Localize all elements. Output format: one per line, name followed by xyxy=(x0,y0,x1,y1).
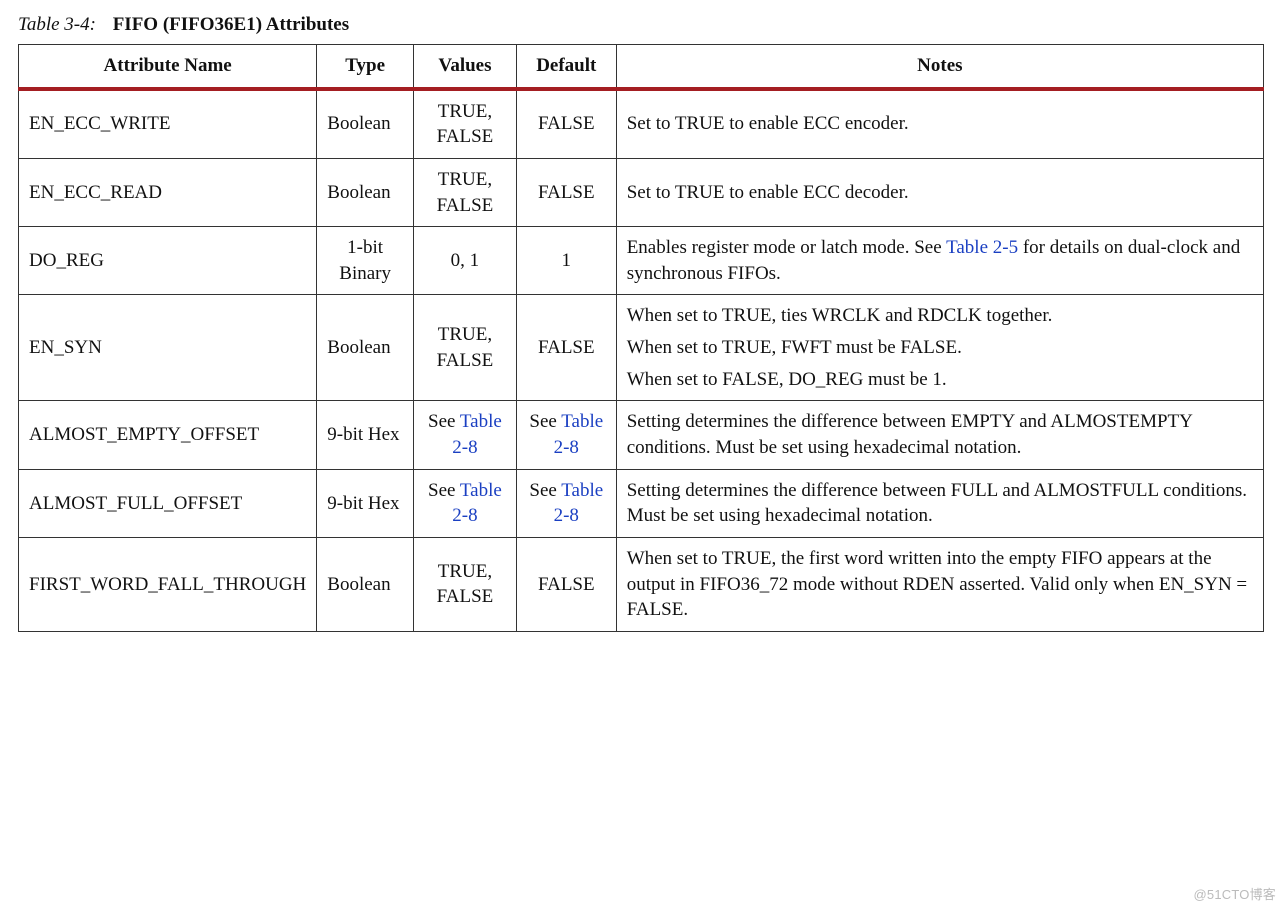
cell-values: 0, 1 xyxy=(413,227,516,295)
table-row: ALMOST_FULL_OFFSET 9-bit Hex See Table 2… xyxy=(19,469,1264,537)
watermark-text: @51CTO博客 xyxy=(1194,884,1276,903)
cell-attr: FIRST_WORD_FALL_THROUGH xyxy=(19,537,317,631)
cell-notes: Set to TRUE to enable ECC encoder. xyxy=(616,89,1263,159)
cell-type: 1-bit Binary xyxy=(317,227,414,295)
cell-default: FALSE xyxy=(516,158,616,226)
cell-notes: When set to TRUE, ties WRCLK and RDCLK t… xyxy=(616,295,1263,401)
cell-notes: Enables register mode or latch mode. See… xyxy=(616,227,1263,295)
cell-values: TRUE, FALSE xyxy=(413,89,516,159)
cell-default: FALSE xyxy=(516,537,616,631)
link-table-2-8[interactable]: Table 2-8 xyxy=(452,411,502,458)
link-table-2-5[interactable]: Table 2-5 xyxy=(946,237,1018,258)
cell-text: See xyxy=(428,411,460,432)
col-attribute-name: Attribute Name xyxy=(19,45,317,89)
table-row: ALMOST_EMPTY_OFFSET 9-bit Hex See Table … xyxy=(19,401,1264,469)
cell-attr: EN_ECC_WRITE xyxy=(19,89,317,159)
cell-attr: DO_REG xyxy=(19,227,317,295)
table-row: FIRST_WORD_FALL_THROUGH Boolean TRUE, FA… xyxy=(19,537,1264,631)
caption-title: FIFO (FIFO36E1) Attributes xyxy=(113,14,349,35)
cell-notes: Setting determines the difference betwee… xyxy=(616,469,1263,537)
cell-attr: EN_SYN xyxy=(19,295,317,401)
cell-type: Boolean xyxy=(317,537,414,631)
table-caption: Table 3-4: FIFO (FIFO36E1) Attributes xyxy=(18,14,1264,36)
cell-default: See Table 2-8 xyxy=(516,401,616,469)
cell-type: Boolean xyxy=(317,158,414,226)
link-table-2-8[interactable]: Table 2-8 xyxy=(554,411,604,458)
cell-text: See xyxy=(428,480,460,501)
col-notes: Notes xyxy=(616,45,1263,89)
cell-values: TRUE, FALSE xyxy=(413,158,516,226)
attributes-table: Attribute Name Type Values Default Notes… xyxy=(18,44,1264,632)
cell-attr: ALMOST_EMPTY_OFFSET xyxy=(19,401,317,469)
cell-values: TRUE, FALSE xyxy=(413,295,516,401)
cell-text: See xyxy=(529,480,561,501)
caption-lead: Table 3-4: xyxy=(18,14,96,35)
header-row: Attribute Name Type Values Default Notes xyxy=(19,45,1264,89)
cell-values: See Table 2-8 xyxy=(413,469,516,537)
table-row: EN_ECC_WRITE Boolean TRUE, FALSE FALSE S… xyxy=(19,89,1264,159)
table-row: EN_ECC_READ Boolean TRUE, FALSE FALSE Se… xyxy=(19,158,1264,226)
cell-default: 1 xyxy=(516,227,616,295)
cell-default: See Table 2-8 xyxy=(516,469,616,537)
col-type: Type xyxy=(317,45,414,89)
cell-type: Boolean xyxy=(317,295,414,401)
col-values: Values xyxy=(413,45,516,89)
cell-type: Boolean xyxy=(317,89,414,159)
cell-type: 9-bit Hex xyxy=(317,401,414,469)
cell-type: 9-bit Hex xyxy=(317,469,414,537)
cell-values: See Table 2-8 xyxy=(413,401,516,469)
cell-attr: ALMOST_FULL_OFFSET xyxy=(19,469,317,537)
table-row: DO_REG 1-bit Binary 0, 1 1 Enables regis… xyxy=(19,227,1264,295)
cell-notes: When set to TRUE, the first word written… xyxy=(616,537,1263,631)
cell-notes: Setting determines the difference betwee… xyxy=(616,401,1263,469)
table-row: EN_SYN Boolean TRUE, FALSE FALSE When se… xyxy=(19,295,1264,401)
cell-default: FALSE xyxy=(516,89,616,159)
cell-attr: EN_ECC_READ xyxy=(19,158,317,226)
cell-notes: Set to TRUE to enable ECC decoder. xyxy=(616,158,1263,226)
cell-default: FALSE xyxy=(516,295,616,401)
col-default: Default xyxy=(516,45,616,89)
cell-values: TRUE, FALSE xyxy=(413,537,516,631)
cell-text: See xyxy=(529,411,561,432)
link-table-2-8[interactable]: Table 2-8 xyxy=(452,480,502,527)
note-text: Enables register mode or latch mode. See xyxy=(627,237,946,258)
link-table-2-8[interactable]: Table 2-8 xyxy=(554,480,604,527)
